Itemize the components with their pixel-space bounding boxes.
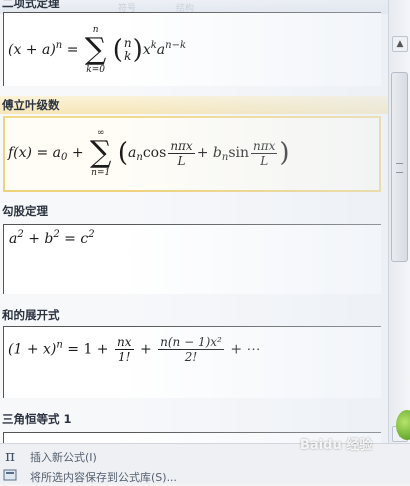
scroll-up-icon[interactable]: ▲: [392, 36, 408, 52]
expansion-equation: (1 + x)n = 1 + nx 1! + n(n − 1)x² 2! + ⋯: [8, 335, 261, 364]
grip-icon: [396, 163, 403, 173]
pi-icon: π: [5, 447, 15, 465]
binomial-equation: (x + a)n = n ∑ k=0 (n k)xkan−k: [8, 25, 187, 75]
insert-new-equation-label: 插入新公式(I): [30, 451, 97, 464]
fourier-equation: f(x) = a0 + ∞ ∑ n=1 (ancos nπx L + bnsin nπx…: [8, 128, 290, 178]
save-formula-icon: [2, 468, 18, 484]
formula-expansion[interactable]: (1 + x)n = 1 + nx 1! + n(n − 1)x² 2! + ⋯: [3, 326, 381, 398]
pythagorean-equation: a2 + b2 = c2: [9, 229, 95, 247]
section-header-pythagorean: 勾股定理: [2, 204, 48, 218]
baidu-watermark: Baidu 经验: [300, 438, 373, 453]
section-header-fourier: 傅立叶级数: [0, 96, 388, 114]
section-header-binomial: 二项式定理: [2, 0, 60, 10]
formula-pythagorean[interactable]: a2 + b2 = c2: [3, 224, 381, 294]
save-selection-to-gallery-item[interactable]: 将所选内容保存到公式库(S)...: [0, 466, 410, 486]
vertical-scrollbar[interactable]: ▲ ▼: [388, 0, 410, 443]
section-header-trig: 三角恒等式 1: [2, 412, 72, 426]
equation-gallery: 符号 结构 二项式定理 (x + a)n = n ∑ k=0 (n k)xkan−…: [0, 0, 388, 443]
section-header-expansion: 和的展开式: [2, 308, 60, 322]
scroll-thumb[interactable]: [391, 72, 408, 262]
formula-binomial[interactable]: (x + a)n = n ∑ k=0 (n k)xkan−k: [3, 12, 381, 86]
formula-fourier[interactable]: f(x) = a0 + ∞ ∑ n=1 (ancos nπx L + bnsin nπx…: [3, 116, 381, 192]
